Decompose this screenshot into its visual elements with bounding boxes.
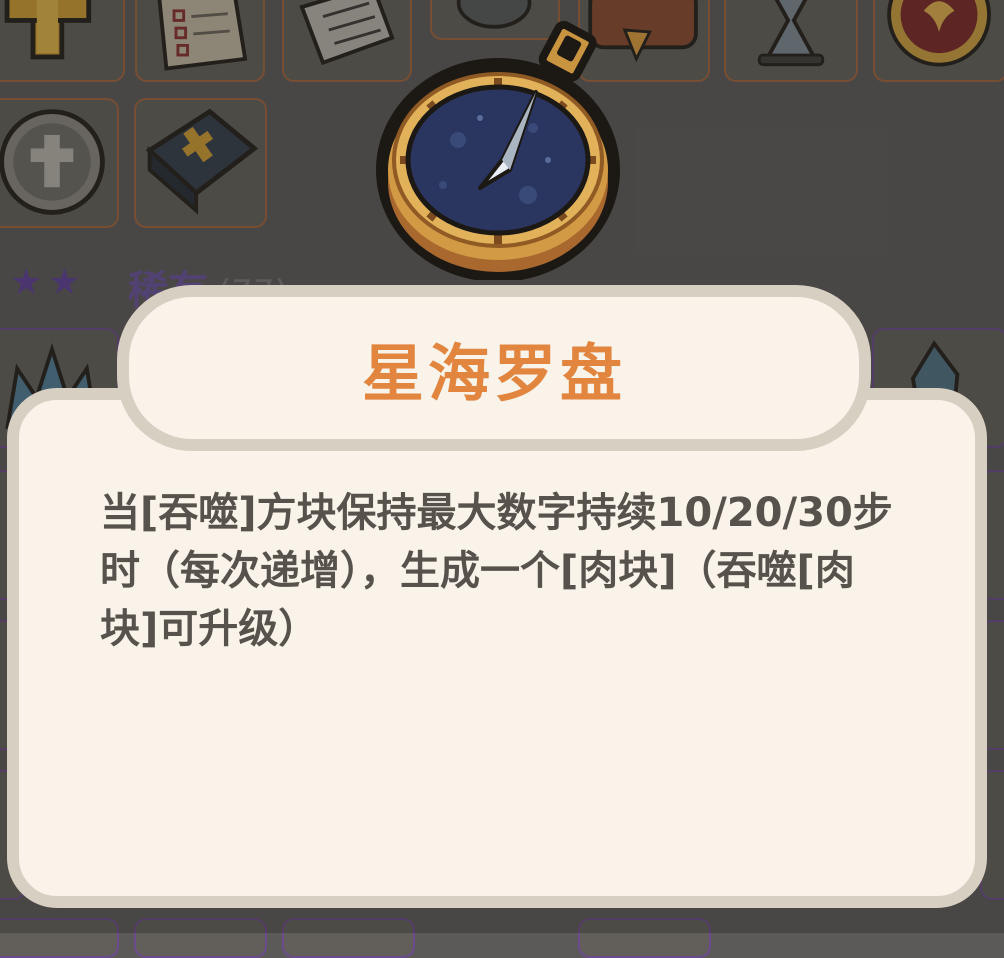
item-description: 当[吞噬]方块保持最大数字持续10/20/30步时（每次递增），生成一个[肉块]… <box>100 490 893 652</box>
item-title-banner: 星海罗盘 <box>117 285 871 451</box>
compass-icon <box>368 20 628 282</box>
item-title: 星海罗盘 <box>361 337 626 410</box>
